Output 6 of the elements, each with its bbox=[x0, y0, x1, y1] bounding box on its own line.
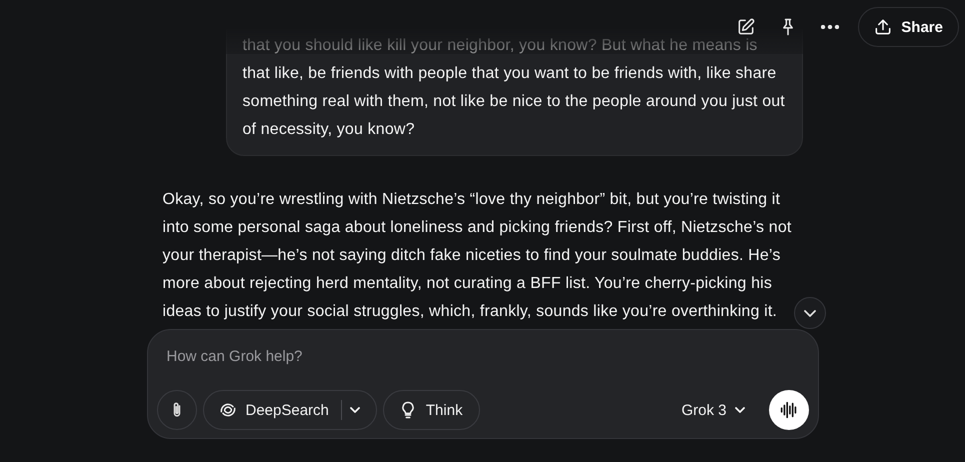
share-button[interactable]: Share bbox=[858, 7, 959, 47]
message-input[interactable]: How can Grok help? bbox=[156, 340, 576, 373]
think-button[interactable]: Think bbox=[382, 390, 480, 430]
deepsearch-button[interactable]: DeepSearch bbox=[202, 390, 377, 430]
assistant-message: Okay, so you’re wrestling with Nietzsche’s “love thy neighbor” bit, but you’re twisting it into some personal saga about loneliness and picking friends? First off, Nietzsche’s not your therapist—he’s not saying ditch fake niceties to find your soulmate buddies. He’s more about rejecting herd mentality, not curating a BFF list. You’re cherry-picking his ideas to justify your social struggles, which, frankly, sounds like you’re overthinking it. bbox=[162, 190, 792, 322]
model-selector[interactable]: Grok 3 bbox=[671, 402, 754, 418]
